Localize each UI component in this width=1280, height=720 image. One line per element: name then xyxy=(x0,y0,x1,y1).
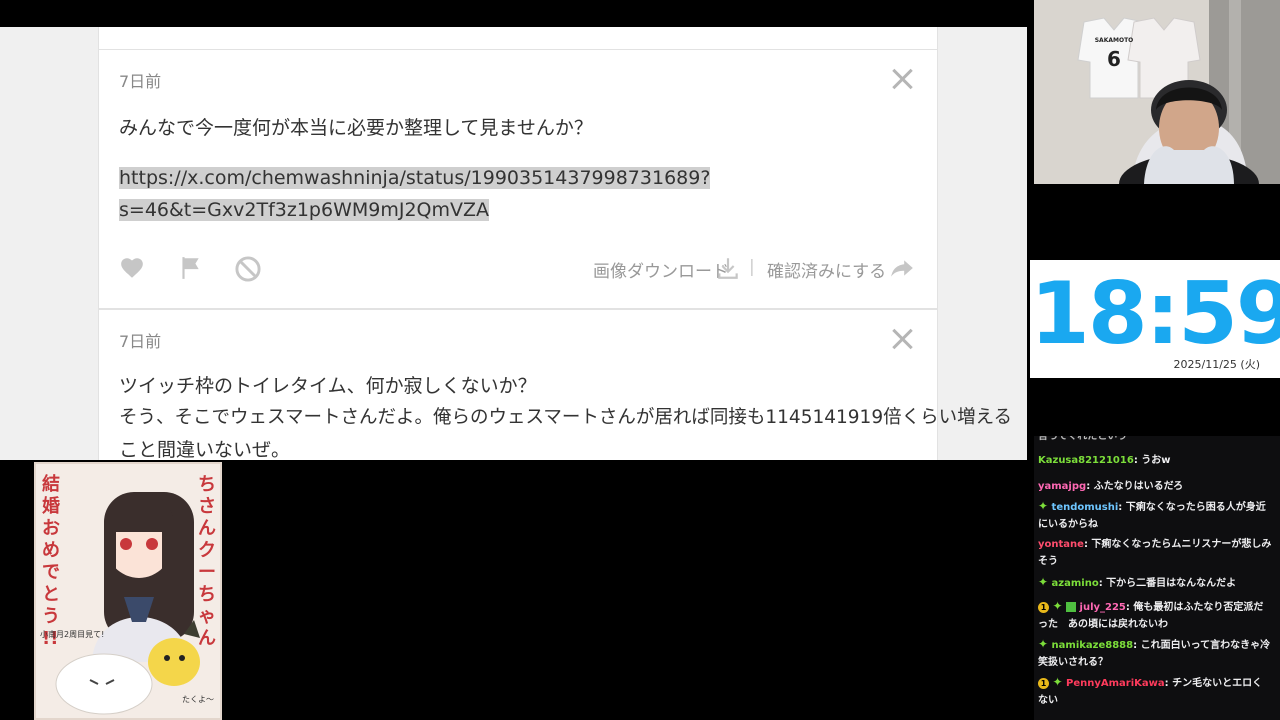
chat-message: ✦ tendomushi: 下痢なくなったら困る人が身近にいるからね xyxy=(1038,498,1272,533)
download-image-button[interactable]: 画像ダウンロード xyxy=(593,257,729,282)
message-body: みんなで今一度何が本当に必要か整理して見ませんか？ https://x.com/… xyxy=(119,112,919,226)
message-line: そう、そこでウェスマートさんだよ。俺らのウェスマートさんが居れば同接も11451… xyxy=(119,407,1013,428)
message-card: 7日前 ツイッチ枠のトイレタイム、何か寂しくないか？ そう、そこでウェスマートさ… xyxy=(98,309,1013,460)
chat-message: 1 ✦ PennyAmariKawa: チン毛ないとエロくない xyxy=(1038,674,1272,709)
chat-username[interactable]: PennyAmariKawa xyxy=(1066,678,1165,689)
message-time: 7日前 xyxy=(119,72,162,91)
message-body: ツイッチ枠のトイレタイム、何か寂しくないか？ そう、そこでウェスマートさんだよ。… xyxy=(119,370,1013,460)
clock-widget: 18:59 2025/11/25 (火) xyxy=(1030,260,1280,378)
chat-message: yontane: 下痢なくなったらムニリスナーが悲しみそう xyxy=(1038,536,1272,570)
art-small-text: たくよ～ xyxy=(182,695,214,704)
message-line: ツイッチ枠のトイレタイム、何か寂しくないか？ xyxy=(119,375,537,397)
chat-message: Kazusa82121016: うおw xyxy=(1038,452,1272,469)
diamond-badge-icon: ✦ xyxy=(1052,675,1063,689)
download-icon[interactable] xyxy=(715,255,741,281)
chat-username[interactable]: yontane xyxy=(1038,539,1084,550)
fan-art-image: 結婚おめでとう!! ちさんクーちゃん 小南月2周目見て! たくよ～ xyxy=(34,462,222,720)
close-icon[interactable] xyxy=(891,68,913,90)
chat-message-partial: 言ってくれたという xyxy=(1038,436,1128,442)
browser-viewport: 7日前 みんなで今一度何が本当に必要か整理して見ませんか？ https://x.… xyxy=(0,27,1027,460)
fan-art: 結婚おめでとう!! ちさんクーちゃん 小南月2周目見て! たくよ～ xyxy=(34,462,222,720)
chat-username[interactable]: azamino xyxy=(1052,578,1099,589)
chat-message: ✦ namikaze8888: これ面白いって言わなきゃ冷笑扱いされる？ xyxy=(1038,636,1272,671)
message-time: 7日前 xyxy=(119,332,162,351)
diamond-badge-icon: ✦ xyxy=(1038,499,1049,513)
message-line: こと間違いないぜ。 xyxy=(119,439,291,460)
chat-panel: 言ってくれたという Kazusa82121016: うおw yamajpg: ふた… xyxy=(1034,436,1280,720)
chat-username[interactable]: tendomushi xyxy=(1052,502,1119,513)
chat-message: ✦ azamino: 下から二番目はなんなんだよ xyxy=(1038,574,1272,592)
message-text: みんなで今一度何が本当に必要か整理して見ませんか？ xyxy=(119,117,593,139)
chat-message: 1 ✦ july_225: 俺も最初はふたなり否定派だった あの頃には戻れないわ xyxy=(1038,598,1272,633)
chat-username[interactable]: yamajpg xyxy=(1038,481,1086,492)
art-note: 小南月2周目見て! xyxy=(40,629,104,639)
jersey-name: SAKAMOTO xyxy=(1095,37,1134,44)
block-icon[interactable] xyxy=(234,255,262,283)
sub-badge-icon: 1 xyxy=(1038,601,1049,613)
sub-badge-icon: 1 xyxy=(1038,677,1049,689)
close-icon[interactable] xyxy=(891,328,913,350)
art-text-right: ちさんクーちゃん xyxy=(198,474,216,649)
flag-icon[interactable] xyxy=(177,255,203,281)
heart-icon[interactable] xyxy=(119,255,145,281)
feed: 7日前 みんなで今一度何が本当に必要か整理して見ませんか？ https://x.… xyxy=(98,27,1013,460)
diamond-badge-icon: ✦ xyxy=(1038,575,1049,589)
card-actions: 画像ダウンロード | 確認済みにする xyxy=(119,255,917,285)
chat-username[interactable]: july_225 xyxy=(1080,602,1126,613)
chat-text: : ふたなりはいるだろ xyxy=(1086,481,1184,492)
share-arrow-icon[interactable] xyxy=(889,255,915,281)
chat-username[interactable]: Kazusa82121016 xyxy=(1038,455,1134,466)
mark-confirmed-button[interactable]: 確認済みにする xyxy=(767,257,886,282)
clock-date: 2025/11/25 (火) xyxy=(1173,358,1260,371)
link-line-1[interactable]: https://x.com/chemwashninja/status/19903… xyxy=(119,167,711,189)
chat-text: : 下から二番目はなんなんだよ xyxy=(1098,578,1237,589)
webcam-feed: SAKAMOTO 6 xyxy=(1034,0,1280,184)
gift-badge-icon xyxy=(1066,602,1077,612)
clock-time: 18:59 xyxy=(1030,264,1280,364)
diamond-badge-icon: ✦ xyxy=(1038,637,1049,651)
previous-card-edge xyxy=(98,27,938,50)
divider: | xyxy=(749,257,755,277)
message-card: 7日前 みんなで今一度何が本当に必要か整理して見ませんか？ https://x.… xyxy=(98,49,938,309)
message-link[interactable]: https://x.com/chemwashninja/status/19903… xyxy=(119,162,711,226)
diamond-badge-icon: ✦ xyxy=(1052,599,1063,613)
webcam-image: SAKAMOTO 6 xyxy=(1034,0,1280,184)
chat-username[interactable]: namikaze8888 xyxy=(1052,640,1134,651)
jersey-number: 6 xyxy=(1107,47,1121,71)
link-line-2[interactable]: s=46&t=Gxv2Tf3z1p6WM9mJ2QmVZA xyxy=(119,199,490,221)
chat-message: yamajpg: ふたなりはいるだろ xyxy=(1038,478,1272,495)
chat-text: : うおw xyxy=(1133,455,1171,466)
